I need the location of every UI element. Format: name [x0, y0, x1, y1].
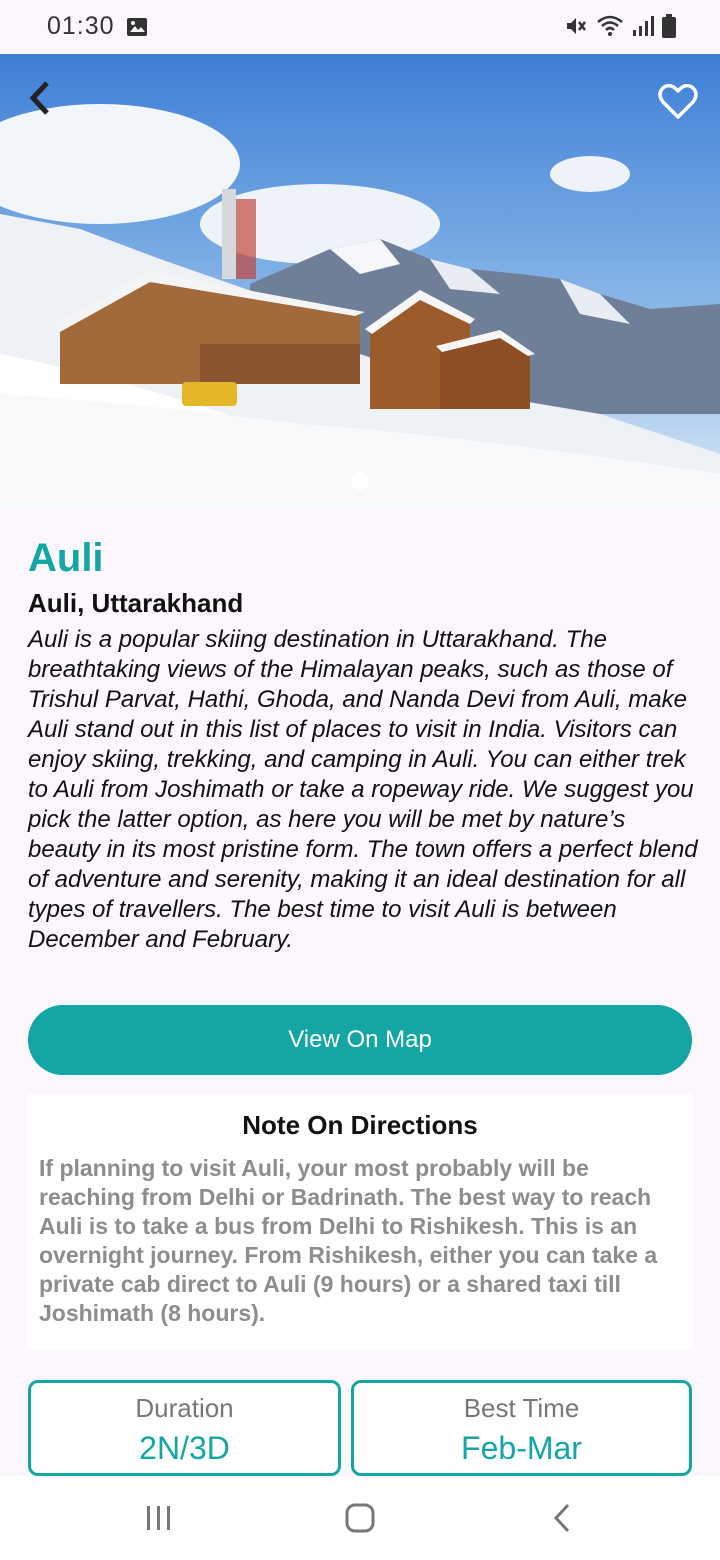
best-time-card: Best Time Feb-Mar — [351, 1380, 692, 1476]
directions-note-card: Note On Directions If planning to visit … — [28, 1094, 692, 1350]
system-nav-bar — [0, 1476, 720, 1560]
home-icon — [345, 1503, 375, 1533]
view-on-map-button[interactable]: View On Map — [28, 1005, 692, 1075]
status-bar: 01:30 — [0, 0, 720, 54]
best-time-value: Feb-Mar — [461, 1430, 582, 1466]
chevron-left-icon — [29, 81, 49, 115]
place-description: Auli is a popular skiing destination in … — [28, 626, 698, 953]
note-body: If planning to visit Auli, your most pro… — [39, 1155, 658, 1326]
status-time: 01:30 — [47, 12, 115, 40]
duration-label: Duration — [135, 1393, 234, 1423]
favorite-button[interactable] — [654, 80, 702, 124]
wifi-icon — [596, 14, 624, 43]
recent-apps-button[interactable] — [129, 1496, 189, 1540]
home-button[interactable] — [330, 1496, 390, 1540]
back-icon — [553, 1503, 570, 1533]
best-time-label: Best Time — [463, 1393, 580, 1423]
duration-value: 2N/3D — [139, 1430, 230, 1466]
carousel-indicator-dot — [351, 472, 369, 490]
place-location: Auli, Uttarakhand — [28, 588, 244, 618]
signal-icon — [632, 15, 654, 42]
image-icon — [126, 16, 148, 43]
heart-icon — [658, 84, 698, 119]
duration-card: Duration 2N/3D — [28, 1380, 341, 1476]
recent-apps-icon — [147, 1506, 170, 1530]
back-button[interactable] — [18, 76, 62, 120]
mute-icon — [564, 14, 588, 43]
status-icons — [564, 14, 676, 43]
nav-back-button[interactable] — [532, 1496, 592, 1540]
hero-scene — [0, 54, 720, 508]
battery-icon — [662, 14, 676, 43]
place-title: Auli — [28, 536, 104, 580]
note-title: Note On Directions — [242, 1110, 478, 1140]
hero-image[interactable] — [0, 54, 720, 508]
